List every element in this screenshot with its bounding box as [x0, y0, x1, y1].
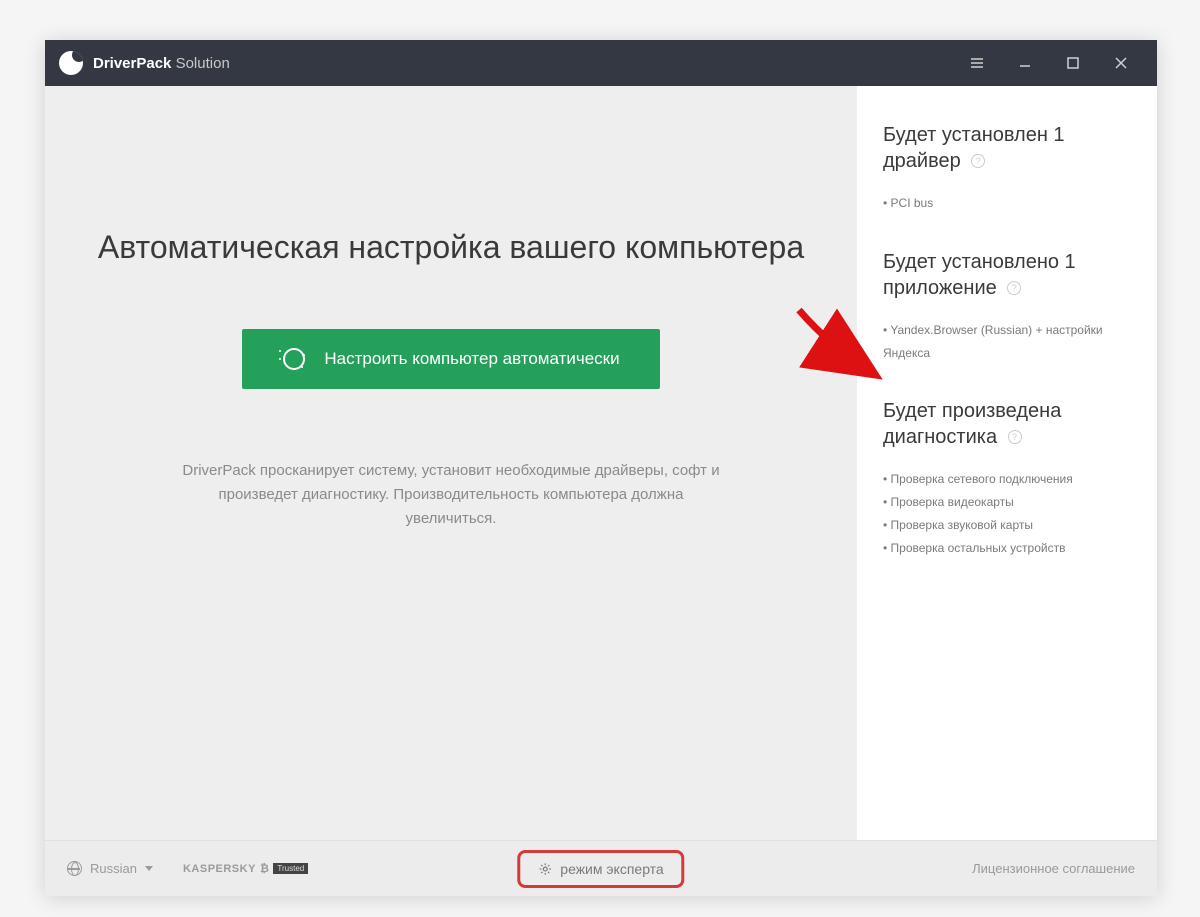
- list-item: Yandex.Browser (Russian) + настройки Янд…: [883, 319, 1131, 365]
- titlebar: DriverPack Solution: [45, 40, 1157, 86]
- drivers-section: Будет установлен 1 драйвер ? PCI bus: [883, 122, 1131, 215]
- language-selector[interactable]: Russian: [67, 861, 153, 876]
- app-window: DriverPack Solution Автоматическая настр…: [45, 40, 1157, 896]
- main-panel: Автоматическая настройка вашего компьюте…: [45, 86, 857, 840]
- content-area: Автоматическая настройка вашего компьюте…: [45, 86, 1157, 840]
- app-logo: DriverPack Solution: [59, 51, 230, 75]
- main-headline: Автоматическая настройка вашего компьюте…: [98, 226, 804, 269]
- globe-icon: [67, 861, 82, 876]
- list-item: Проверка звуковой карты: [883, 514, 1131, 537]
- list-item: Проверка сетевого подключения: [883, 468, 1131, 491]
- trusted-badge: Trusted: [273, 863, 308, 874]
- logo-icon: [59, 51, 83, 75]
- help-icon[interactable]: ?: [1007, 281, 1021, 295]
- apps-section: Будет установлено 1 приложение ? Yandex.…: [883, 249, 1131, 365]
- help-icon[interactable]: ?: [1008, 430, 1022, 444]
- diagnostics-list: Проверка сетевого подключения Проверка в…: [883, 468, 1131, 559]
- menu-button[interactable]: [955, 40, 999, 86]
- drivers-list: PCI bus: [883, 192, 1131, 215]
- expert-mode-label: режим эксперта: [560, 861, 663, 877]
- cta-label: Настроить компьютер автоматически: [324, 349, 619, 369]
- apps-title: Будет установлено 1 приложение: [883, 251, 1076, 299]
- diagnostics-title: Будет произведена диагностика: [883, 400, 1061, 448]
- expert-mode-button[interactable]: режим эксперта: [517, 850, 684, 888]
- app-title: DriverPack Solution: [93, 55, 230, 72]
- license-link[interactable]: Лицензионное соглашение: [972, 861, 1135, 876]
- antivirus-brand: KASPERSKY: [183, 863, 256, 875]
- window-controls: [955, 40, 1143, 86]
- main-subtext: DriverPack просканирует систему, установ…: [181, 459, 721, 531]
- list-item: Проверка остальных устройств: [883, 537, 1131, 560]
- footer: Russian KASPERSKY₿ Trusted режим эксперт…: [45, 840, 1157, 896]
- auto-configure-button[interactable]: Настроить компьютер автоматически: [242, 329, 659, 389]
- maximize-button[interactable]: [1051, 40, 1095, 86]
- minimize-button[interactable]: [1003, 40, 1047, 86]
- sidebar: Будет установлен 1 драйвер ? PCI bus Буд…: [857, 86, 1157, 840]
- close-button[interactable]: [1099, 40, 1143, 86]
- diagnostics-section: Будет произведена диагностика ? Проверка…: [883, 398, 1131, 559]
- chevron-down-icon: [145, 866, 153, 871]
- gear-icon: [538, 862, 552, 876]
- list-item: Проверка видеокарты: [883, 491, 1131, 514]
- sparkle-icon: [282, 347, 306, 371]
- language-label: Russian: [90, 861, 137, 876]
- help-icon[interactable]: ?: [971, 154, 985, 168]
- apps-list: Yandex.Browser (Russian) + настройки Янд…: [883, 319, 1131, 365]
- list-item: PCI bus: [883, 192, 1131, 215]
- antivirus-badge: KASPERSKY₿ Trusted: [183, 863, 308, 875]
